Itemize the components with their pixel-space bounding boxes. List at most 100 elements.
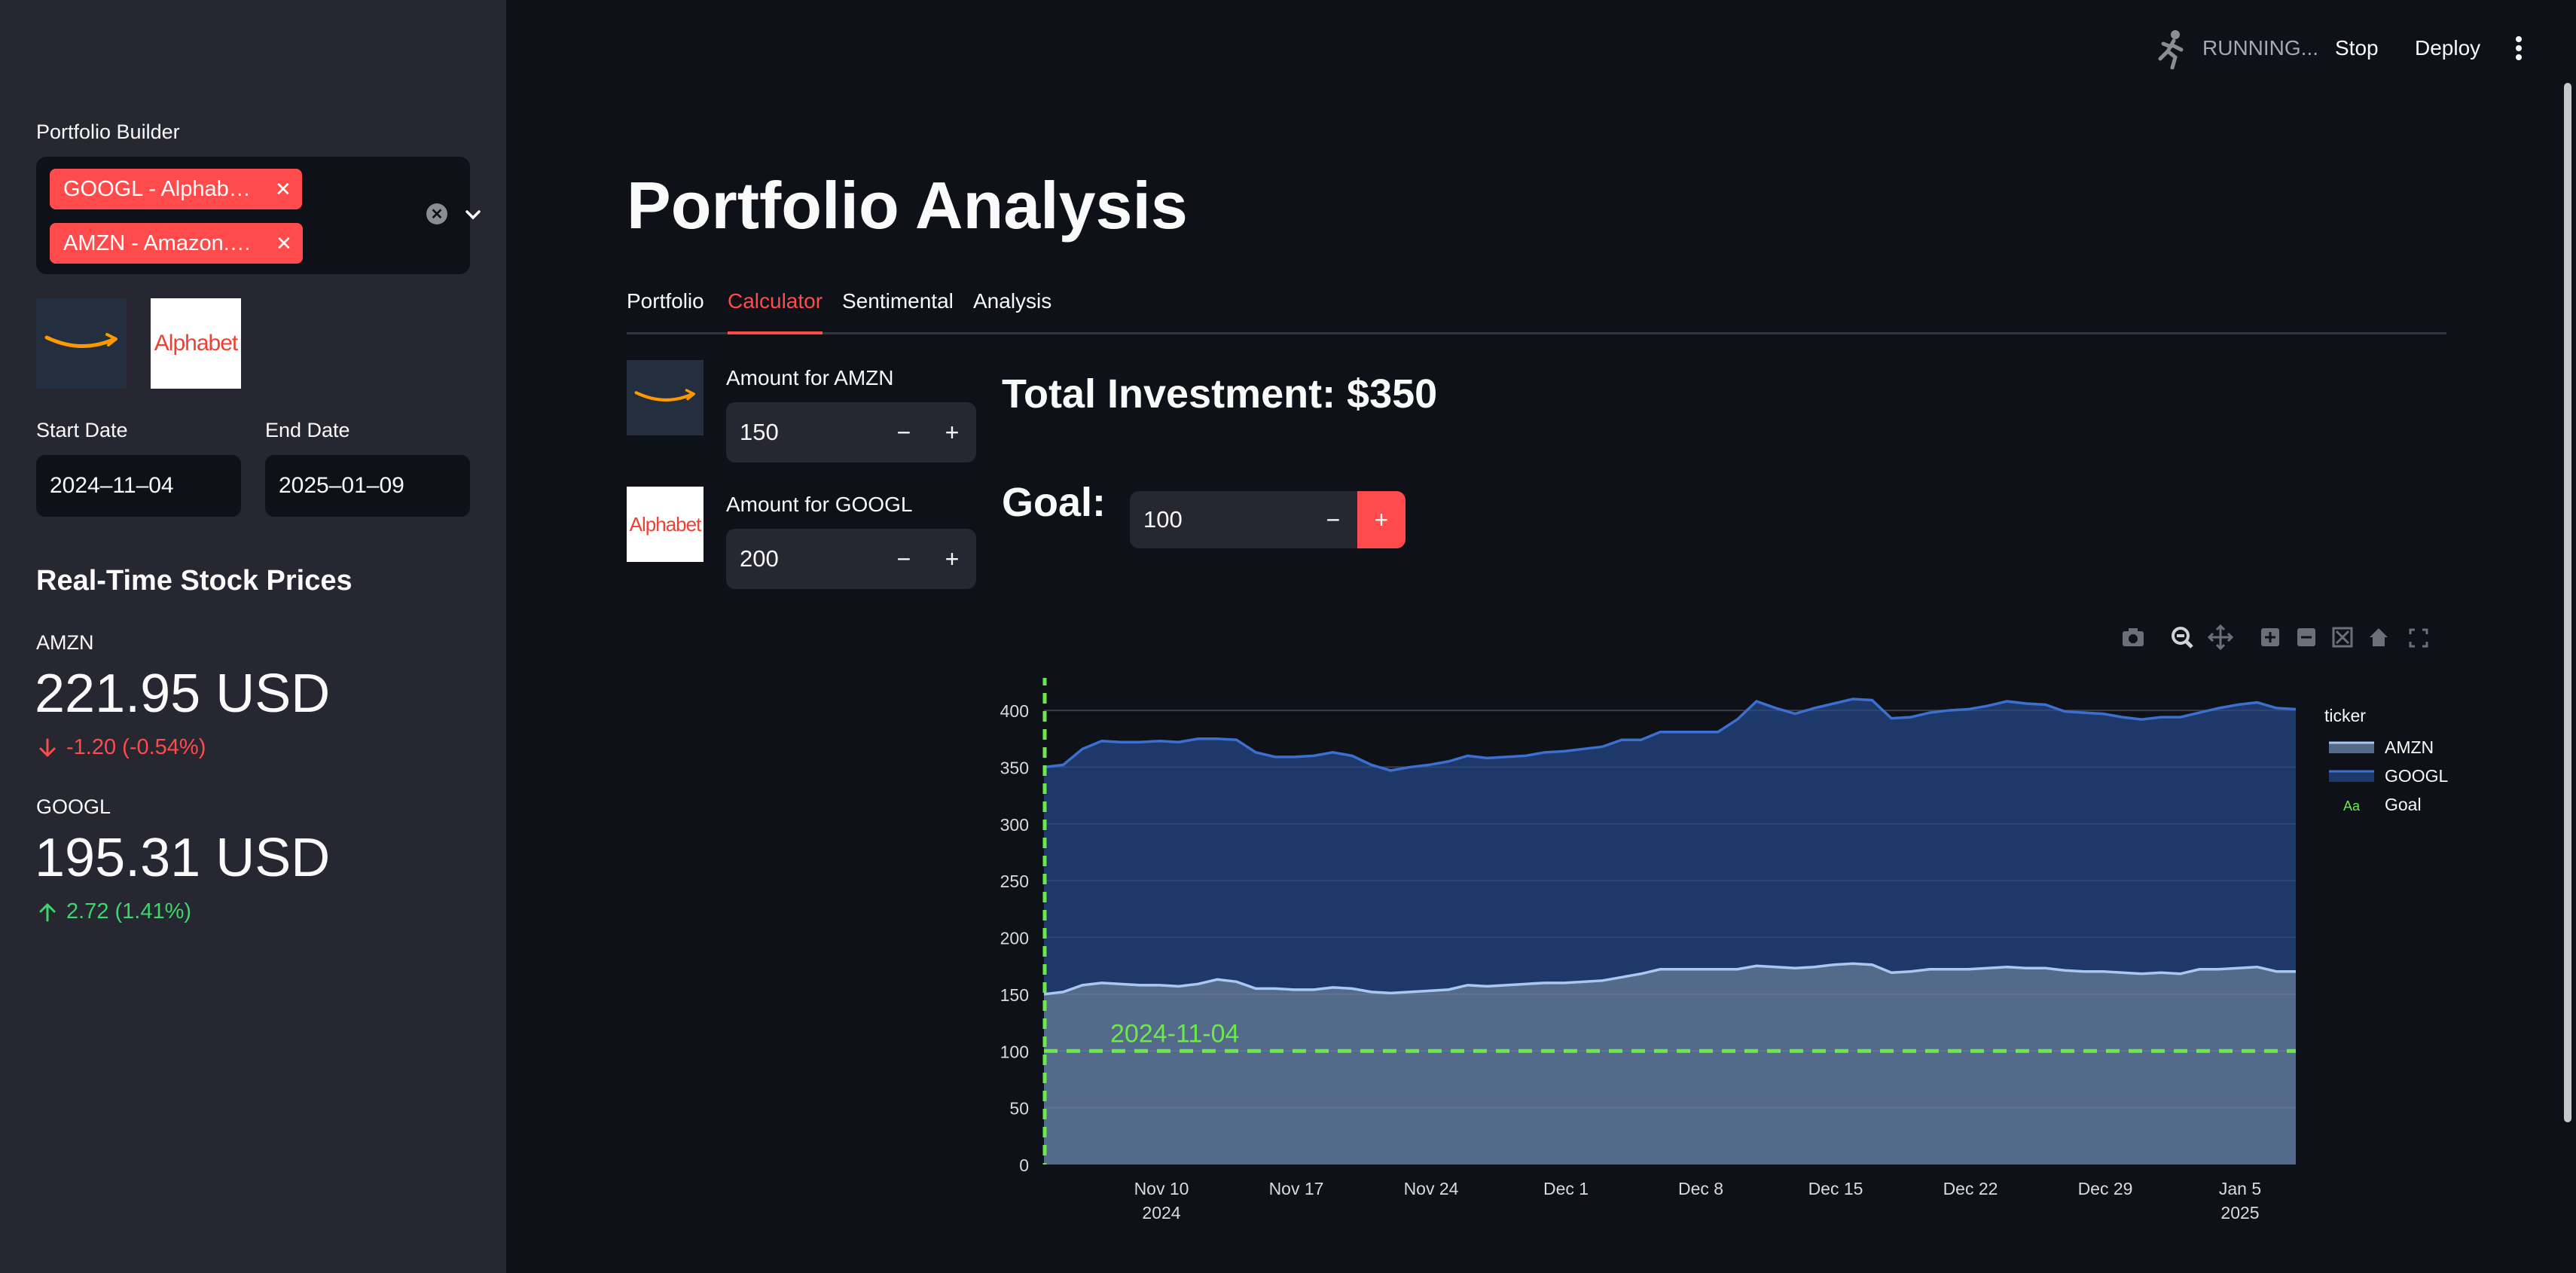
- amount-googl-minus-button[interactable]: −: [880, 529, 928, 589]
- metric-googl-delta: 2.72 (1.41%): [36, 899, 191, 924]
- chart-x-ticks: Nov 10 2024 Nov 17 Nov 24 Dec 1 Dec 8 Dec 15 De…: [1134, 1179, 2262, 1223]
- amount-amzn-value[interactable]: 150: [726, 419, 880, 446]
- x-tick-label: Dec 8: [1678, 1179, 1723, 1198]
- end-date-input[interactable]: 2025–01–09: [265, 455, 470, 517]
- legend-swatch: [2329, 771, 2374, 782]
- amount-googl-value[interactable]: 200: [726, 545, 880, 572]
- end-date-label: End Date: [265, 419, 350, 441]
- more-menu-icon[interactable]: [2511, 33, 2526, 63]
- amazon-smile-icon-small: [634, 389, 695, 401]
- chip-amzn: AMZN - Amazon.… ✕: [50, 223, 303, 264]
- chip-googl: GOOGL - Alphab… ✕: [50, 169, 302, 209]
- y-tick-label: 350: [1000, 758, 1029, 777]
- amount-amzn-label: Amount for AMZN: [726, 366, 894, 389]
- metric-amzn-value: 221.95 USD: [35, 664, 331, 724]
- amazon-logo-small: [627, 360, 704, 435]
- y-tick-label: 300: [1000, 815, 1029, 835]
- amount-googl-stepper[interactable]: 200 − +: [726, 529, 976, 589]
- metric-googl-ticker: GOOGL: [36, 795, 111, 818]
- arrow-up-icon: [39, 903, 56, 921]
- amount-amzn-plus-button[interactable]: +: [928, 402, 976, 462]
- area-googl: [1044, 698, 2296, 994]
- alphabet-logo: Alphabet: [151, 298, 241, 389]
- goal-value[interactable]: 100: [1130, 506, 1309, 533]
- tab-sentimental[interactable]: Sentimental: [842, 289, 954, 334]
- deploy-button[interactable]: Deploy: [2415, 36, 2480, 60]
- amount-amzn-stepper[interactable]: 150 − +: [726, 402, 976, 462]
- tab-bar: Portfolio Calculator Sentimental Analysi…: [627, 289, 2446, 334]
- x-tick-label: Nov 10: [1134, 1179, 1189, 1198]
- tab-calculator[interactable]: Calculator: [728, 289, 823, 334]
- chart-legend[interactable]: ticker AMZN GOOGL Aa Goal: [2324, 706, 2449, 814]
- x-tick-year: 2025: [2220, 1203, 2259, 1223]
- y-tick-label: 200: [1000, 929, 1029, 948]
- chip-amzn-label: AMZN - Amazon.…: [63, 230, 252, 255]
- x-tick-year: 2024: [1142, 1203, 1180, 1223]
- start-date-input[interactable]: 2024–11–04: [36, 455, 241, 517]
- tab-analysis[interactable]: Analysis: [973, 289, 1051, 334]
- metric-amzn-ticker: AMZN: [36, 631, 94, 654]
- page-scrollbar[interactable]: [2564, 83, 2571, 1122]
- legend-label: AMZN: [2385, 737, 2434, 757]
- chart-areas: [1043, 698, 2297, 1165]
- metric-googl-value: 195.31 USD: [35, 828, 331, 888]
- app-root: Portfolio Builder GOOGL - Alphab… ✕ AMZN…: [0, 0, 2576, 1273]
- legend-label: Goal: [2385, 795, 2422, 814]
- chevron-down-icon[interactable]: [458, 200, 488, 230]
- legend-title: ticker: [2324, 706, 2366, 725]
- start-date-label: Start Date: [36, 419, 128, 441]
- goal-label: Goal:: [1002, 480, 1106, 525]
- x-tick-label: Dec 29: [2078, 1179, 2133, 1198]
- clear-all-icon[interactable]: ✕: [426, 203, 447, 224]
- y-tick-label: 250: [1000, 872, 1029, 891]
- amount-googl-label: Amount for GOOGL: [726, 493, 913, 516]
- alphabet-logo-text: Alphabet: [154, 331, 238, 356]
- prices-title: Real-Time Stock Prices: [36, 565, 353, 597]
- chip-amzn-remove-icon[interactable]: ✕: [276, 223, 292, 264]
- tab-portfolio[interactable]: Portfolio: [627, 289, 704, 334]
- legend-swatch: [2329, 743, 2374, 753]
- legend-label: GOOGL: [2385, 766, 2449, 786]
- amazon-logo: [36, 298, 127, 389]
- y-tick-label: 150: [1000, 985, 1029, 1005]
- amount-googl-plus-button[interactable]: +: [928, 529, 976, 589]
- zoom-out-icon[interactable]: [2297, 628, 2315, 646]
- goal-minus-button[interactable]: −: [1309, 491, 1357, 548]
- goal-stepper[interactable]: 100 − +: [1130, 491, 1406, 548]
- y-tick-label: 100: [1000, 1042, 1029, 1061]
- camera-icon[interactable]: [2123, 628, 2144, 646]
- running-status: RUNNING...: [2202, 36, 2318, 60]
- pan-icon[interactable]: [2207, 624, 2234, 651]
- total-investment: Total Investment: $350: [1002, 371, 1438, 417]
- x-tick-label: Nov 24: [1404, 1179, 1459, 1198]
- x-tick-label: Jan 5: [2219, 1179, 2261, 1198]
- portfolio-area-chart[interactable]: 0 50 100 150 200 250 300 350 400 Nov 10 2024 Nov 1…: [979, 678, 2486, 1235]
- goal-plus-button[interactable]: +: [1357, 491, 1406, 548]
- y-tick-label: 50: [1009, 1099, 1029, 1119]
- amount-amzn-minus-button[interactable]: −: [880, 402, 928, 462]
- chart-modebar: [2123, 624, 2428, 651]
- sidebar: Portfolio Builder GOOGL - Alphab… ✕ AMZN…: [0, 0, 506, 1273]
- zoom-in-icon[interactable]: [2261, 628, 2279, 646]
- stop-button[interactable]: Stop: [2335, 36, 2379, 60]
- alphabet-logo-small-text: Alphabet: [629, 512, 702, 536]
- arrow-down-icon: [39, 738, 56, 756]
- autoscale-icon[interactable]: [2332, 627, 2353, 648]
- ticker-multiselect[interactable]: GOOGL - Alphab… ✕ AMZN - Amazon.… ✕ ✕: [36, 157, 481, 274]
- chip-googl-label: GOOGL - Alphab…: [63, 176, 251, 201]
- y-tick-label: 0: [1019, 1155, 1029, 1175]
- zoom-icon[interactable]: [2172, 627, 2193, 649]
- y-tick-label: 400: [1000, 701, 1029, 721]
- metric-amzn-delta-text: -1.20 (-0.54%): [66, 735, 206, 759]
- home-icon[interactable]: [2370, 628, 2388, 646]
- legend-goal-glyph: Aa: [2343, 798, 2361, 814]
- metric-googl-delta-text: 2.72 (1.41%): [66, 899, 192, 923]
- page-title: Portfolio Analysis: [627, 168, 1188, 243]
- x-tick-label: Dec 22: [1943, 1179, 1998, 1198]
- x-tick-label: Dec 15: [1808, 1179, 1863, 1198]
- chart-y-ticks: 0 50 100 150 200 250 300 350 400: [1000, 701, 1029, 1175]
- portfolio-builder-label: Portfolio Builder: [36, 121, 180, 143]
- fullscreen-icon[interactable]: [2409, 628, 2428, 648]
- chip-googl-remove-icon[interactable]: ✕: [275, 169, 291, 209]
- x-tick-label: Nov 17: [1269, 1179, 1324, 1198]
